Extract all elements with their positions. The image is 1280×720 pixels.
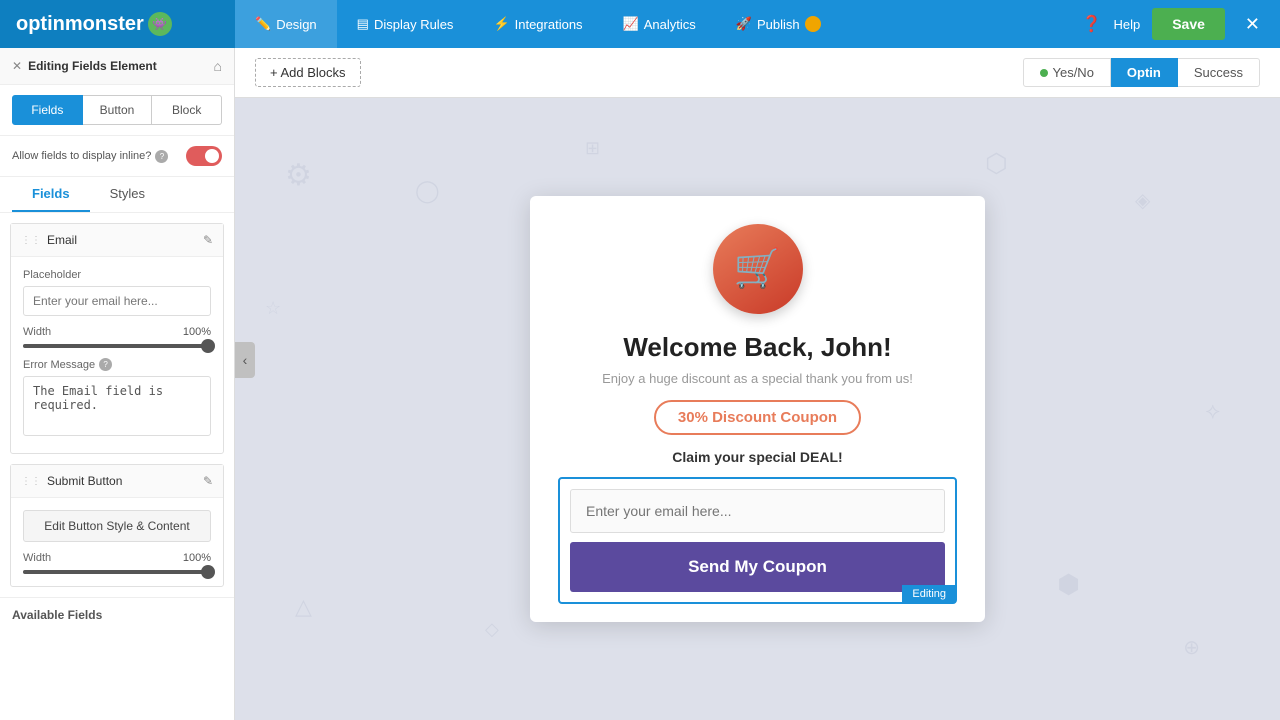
inline-toggle-row: Allow fields to display inline? ?	[0, 136, 234, 177]
help-button[interactable]: Help	[1113, 17, 1140, 32]
popup-avatar: 🛒	[713, 224, 803, 314]
email-drag-handle[interactable]: ⋮⋮	[21, 235, 41, 246]
width-label: Width	[23, 326, 51, 338]
view-tabs: Yes/No Optin Success	[1023, 58, 1260, 87]
logo-monster-icon: 👾	[148, 12, 172, 36]
error-message-textarea[interactable]: The Email field is required.	[23, 376, 211, 436]
toolbar: + Add Blocks Yes/No Optin Success	[235, 48, 1280, 98]
width-slider-fill	[23, 344, 211, 348]
nav-item-analytics[interactable]: 📈 Analytics	[603, 0, 716, 48]
green-dot-icon	[1040, 69, 1048, 77]
tab-fields[interactable]: Fields	[12, 95, 83, 125]
sidebar-header-title: Editing Fields Element	[28, 59, 157, 73]
sub-tabs: Fields Styles	[0, 177, 234, 213]
main-area: + Add Blocks Yes/No Optin Success ⚙ ◯ ⊞ …	[235, 48, 1280, 720]
sub-tab-fields[interactable]: Fields	[12, 177, 90, 212]
inline-toggle[interactable]	[186, 146, 222, 166]
view-tab-yes-no[interactable]: Yes/No	[1023, 58, 1110, 87]
analytics-icon: 📈	[623, 16, 639, 32]
error-message-label: Error Message ?	[23, 358, 211, 371]
email-field-content: Placeholder Width 100% Error Message ? T…	[11, 257, 223, 453]
inline-label: Allow fields to display inline?	[12, 150, 151, 162]
editing-badge: Editing	[902, 585, 956, 603]
width-slider-thumb[interactable]	[201, 339, 215, 353]
help-icon: ❓	[1082, 14, 1102, 34]
integrations-icon: ⚡	[493, 16, 509, 32]
email-input[interactable]	[570, 489, 945, 533]
popup-card: 🛒 Welcome Back, John! Enjoy a huge disco…	[530, 196, 985, 622]
submit-edit-icon[interactable]: ✎	[203, 474, 213, 488]
claim-text: Claim your special DEAL!	[558, 449, 957, 465]
canvas: ⚙ ◯ ⊞ ✦ ⬡ ◈ △ ◇ ⬢ ⊕ ☆ ⟡ 🛒 Welcome Back, …	[235, 98, 1280, 720]
nav-item-publish[interactable]: 🚀 Publish	[716, 0, 841, 48]
add-blocks-button[interactable]: + Add Blocks	[255, 58, 361, 87]
submit-button[interactable]: Send My Coupon	[570, 542, 945, 592]
submit-width-slider-fill	[23, 570, 211, 574]
submit-width-slider-thumb[interactable]	[201, 565, 215, 579]
display-rules-icon: ▤	[357, 16, 369, 32]
submit-button-title: Submit Button	[47, 474, 122, 488]
available-fields: Available Fields	[0, 597, 234, 632]
tab-block[interactable]: Block	[152, 95, 222, 125]
publish-badge	[805, 16, 821, 32]
close-sidebar-icon[interactable]: ✕	[12, 59, 22, 73]
coupon-badge: 30% Discount Coupon	[654, 400, 861, 435]
sidebar-tabs: Fields Button Block	[0, 85, 234, 136]
nav-item-display-rules[interactable]: ▤ Display Rules	[337, 0, 474, 48]
close-button[interactable]: ✕	[1237, 6, 1268, 43]
nav-items: ✏️ Design ▤ Display Rules ⚡ Integrations…	[235, 0, 1082, 48]
cart-icon: 🛒	[734, 247, 781, 291]
nav-item-integrations[interactable]: ⚡ Integrations	[473, 0, 602, 48]
pencil-icon: ✏️	[255, 16, 271, 32]
placeholder-label: Placeholder	[23, 269, 211, 281]
view-tab-success[interactable]: Success	[1178, 58, 1260, 87]
width-value: 100%	[183, 326, 211, 338]
sidebar: ✕ Editing Fields Element ⌂ Fields Button…	[0, 48, 235, 720]
logo: optinmonster 👾	[0, 0, 235, 48]
submit-drag-handle[interactable]: ⋮⋮	[21, 476, 41, 487]
form-area: Send My Coupon Editing	[558, 477, 957, 604]
error-help-icon[interactable]: ?	[99, 358, 112, 371]
submit-section-header: ⋮⋮ Submit Button ✎	[11, 465, 223, 498]
collapse-sidebar-button[interactable]: ‹	[235, 342, 255, 378]
nav-right: ❓ Help Save ✕	[1082, 6, 1280, 43]
submit-width-label: Width	[23, 552, 51, 564]
email-section-header: ⋮⋮ Email ✎	[11, 224, 223, 257]
submit-width-value: 100%	[183, 552, 211, 564]
nav-item-design[interactable]: ✏️ Design	[235, 0, 337, 48]
publish-icon: 🚀	[736, 16, 752, 32]
popup-title: Welcome Back, John!	[558, 332, 957, 363]
width-slider-track[interactable]	[23, 344, 211, 348]
email-field-section: ⋮⋮ Email ✎ Placeholder Width 100% Error …	[10, 223, 224, 454]
toggle-knob	[205, 149, 219, 163]
email-edit-icon[interactable]: ✎	[203, 233, 213, 247]
placeholder-input[interactable]	[23, 286, 211, 316]
view-tab-optin[interactable]: Optin	[1111, 58, 1178, 87]
save-button[interactable]: Save	[1152, 8, 1225, 40]
collapse-icon: ‹	[243, 352, 248, 368]
inline-help-icon[interactable]: ?	[155, 150, 168, 163]
submit-button-content: Edit Button Style & Content Width 100%	[11, 498, 223, 586]
logo-text: optinmonster	[16, 13, 144, 36]
tab-button[interactable]: Button	[83, 95, 153, 125]
submit-width-slider-track[interactable]	[23, 570, 211, 574]
topnav: optinmonster 👾 ✏️ Design ▤ Display Rules…	[0, 0, 1280, 48]
home-icon[interactable]: ⌂	[214, 58, 222, 74]
submit-button-section: ⋮⋮ Submit Button ✎ Edit Button Style & C…	[10, 464, 224, 587]
sub-tab-styles[interactable]: Styles	[90, 177, 165, 212]
popup-subtitle: Enjoy a huge discount as a special thank…	[558, 371, 957, 386]
edit-button-style-btn[interactable]: Edit Button Style & Content	[23, 510, 211, 542]
email-field-title: Email	[47, 233, 77, 247]
sidebar-header: ✕ Editing Fields Element ⌂	[0, 48, 234, 85]
